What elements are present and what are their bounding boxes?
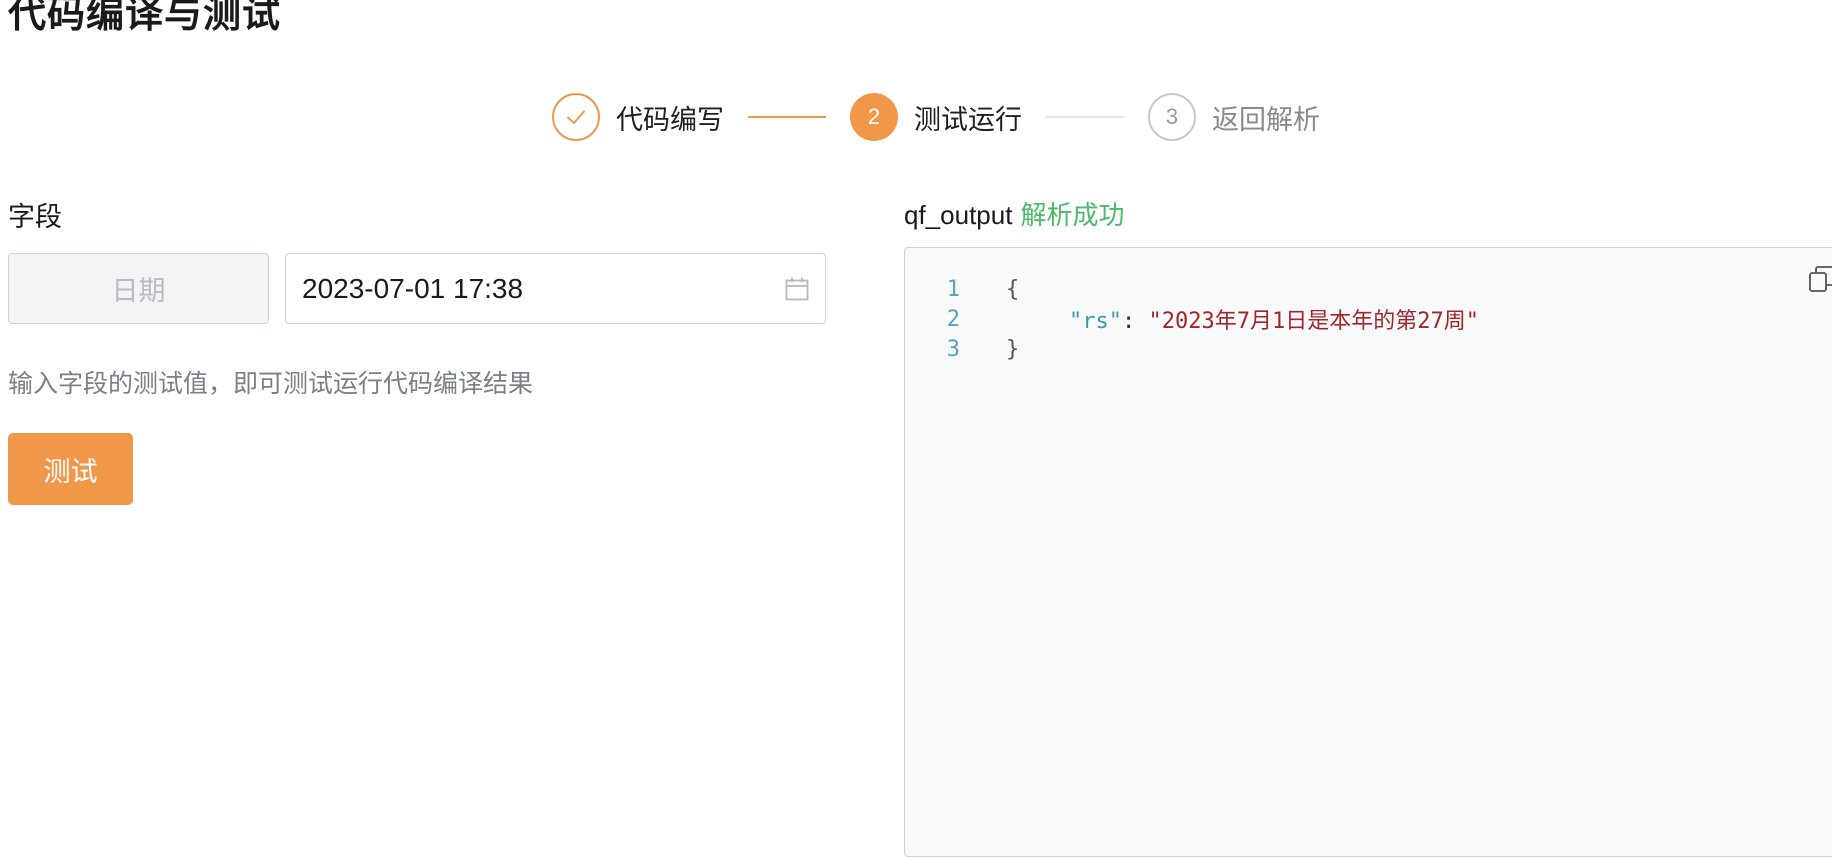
json-key: "rs": [1069, 309, 1122, 334]
line-code: }: [1006, 336, 1020, 362]
step-label: 代码编写: [616, 104, 724, 136]
line-number: 2: [946, 306, 960, 332]
page-title: 代码编译与测试: [8, 0, 282, 36]
date-value: 2023-07-01 17:38: [302, 272, 524, 304]
field-type-label: 日期: [111, 276, 166, 307]
code-lines: 1 { 2 "rs": "2023年7月1日是本年的第27周" 3 }: [940, 274, 1479, 364]
step-label: 返回解析: [1212, 104, 1320, 136]
code-line: 1 {: [940, 274, 1479, 304]
test-button[interactable]: 测试: [8, 433, 133, 505]
calendar-icon[interactable]: [783, 275, 811, 303]
line-code: {: [1006, 276, 1020, 302]
field-hint: 输入字段的测试值，即可测试运行代码编译结果: [8, 369, 534, 398]
step-number: 3: [1148, 93, 1196, 141]
output-status: 解析成功: [1020, 201, 1125, 231]
line-number: 1: [946, 276, 960, 302]
step-connector: [1046, 116, 1124, 118]
step-code-writing: 代码编写: [552, 93, 724, 141]
step-label: 测试运行: [914, 104, 1022, 136]
step-number: 2: [850, 93, 898, 141]
json-separator: :: [1121, 309, 1149, 334]
json-string-value: "2023年7月1日是本年的第27周": [1148, 309, 1479, 334]
check-icon: [552, 93, 600, 141]
output-name: qf_output: [904, 200, 1013, 230]
copy-icon[interactable]: [1808, 264, 1832, 294]
line-code: "rs": "2023年7月1日是本年的第27周": [1069, 303, 1479, 335]
field-type-select: 日期: [8, 253, 269, 324]
steps-bar: 代码编写 2 测试运行 3 返回解析: [552, 93, 1320, 141]
step-return-parse: 3 返回解析: [1148, 93, 1320, 141]
line-number: 3: [946, 336, 960, 362]
date-input[interactable]: 2023-07-01 17:38: [285, 253, 826, 324]
field-label: 字段: [8, 202, 62, 233]
code-line: 2 "rs": "2023年7月1日是本年的第27周": [940, 303, 1479, 335]
step-connector: [748, 116, 826, 118]
step-test-run: 2 测试运行: [850, 93, 1022, 141]
code-line: 3 }: [940, 334, 1479, 364]
output-header: qf_output 解析成功: [904, 195, 1124, 232]
